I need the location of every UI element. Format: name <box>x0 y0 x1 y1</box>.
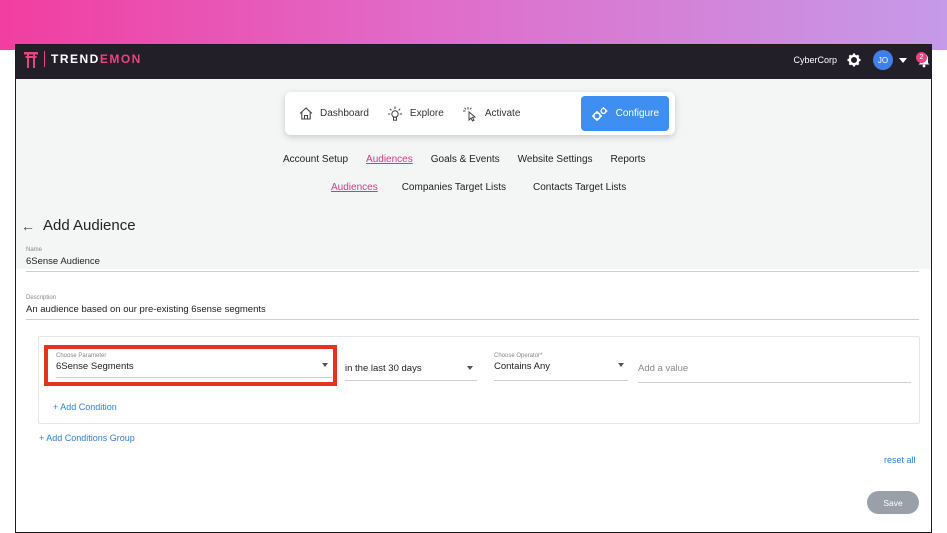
nav-dashboard-label: Dashboard <box>320 108 369 119</box>
name-field[interactable]: Name 6Sense Audience <box>26 247 919 272</box>
top-bar: TRENDEMON CyberCorp JO 2 <box>16 45 931 79</box>
nav-explore[interactable]: Explore <box>387 96 444 131</box>
choose-operator-value: Contains Any <box>494 361 550 372</box>
back-arrow-icon[interactable]: ← <box>21 218 35 234</box>
gear-icon[interactable] <box>847 53 861 67</box>
nav-dashboard[interactable]: Dashboard <box>299 96 369 131</box>
subtab-companies-target-lists[interactable]: Companies Target Lists <box>402 182 506 193</box>
tab-reports[interactable]: Reports <box>611 154 646 165</box>
save-button[interactable]: Save <box>867 491 919 514</box>
reset-all-link[interactable]: reset all <box>884 455 916 465</box>
choose-operator-label: Choose Operator* <box>494 353 543 359</box>
subtab-contacts-target-lists[interactable]: Contacts Target Lists <box>533 182 626 193</box>
top-right-controls: CyberCorp JO 2 <box>793 49 931 71</box>
gears-icon <box>591 106 608 121</box>
notification-badge: 2 <box>916 52 927 63</box>
nav-activate-label: Activate <box>484 108 521 119</box>
chevron-down-icon <box>618 363 624 367</box>
home-icon <box>299 107 313 120</box>
tab-website-settings[interactable]: Website Settings <box>518 154 593 165</box>
name-label: Name <box>26 247 43 253</box>
subtab-audiences[interactable]: Audiences <box>331 182 378 193</box>
config-tabs: Account Setup Audiences Goals & Events W… <box>283 154 664 165</box>
highlight-box <box>44 345 337 386</box>
tab-goals-events[interactable]: Goals & Events <box>431 154 500 165</box>
chevron-down-icon[interactable] <box>899 57 907 63</box>
nav-configure-label: Configure <box>615 108 659 119</box>
app-window: TRENDEMON CyberCorp JO 2 Dashboard Explo… <box>15 44 932 533</box>
chevron-down-icon <box>467 366 473 370</box>
description-field[interactable]: Description An audience based on our pre… <box>26 295 919 320</box>
tab-audiences[interactable]: Audiences <box>366 154 413 165</box>
config-header-area: Dashboard Explore Activate Configure Acc… <box>16 79 931 269</box>
add-conditions-group-link[interactable]: + Add Conditions Group <box>39 433 135 443</box>
gradient-header-band <box>0 0 947 50</box>
brand-logo[interactable]: TRENDEMON <box>24 49 142 69</box>
notifications-button[interactable]: 2 <box>916 52 931 68</box>
page-header: ← Add Audience <box>21 217 136 234</box>
value-input[interactable]: Add a value <box>638 363 911 383</box>
nav-explore-label: Explore <box>409 108 444 119</box>
name-input[interactable]: 6Sense Audience <box>26 256 919 271</box>
description-input[interactable]: An audience based on our pre-existing 6s… <box>26 304 919 319</box>
main-navigation: Dashboard Explore Activate Configure <box>285 92 675 135</box>
lightbulb-icon <box>387 106 402 121</box>
org-switcher[interactable]: CyberCorp <box>793 55 837 65</box>
tab-account-setup[interactable]: Account Setup <box>283 154 348 165</box>
choose-operator-select[interactable]: Choose Operator* Contains Any <box>494 353 628 381</box>
page-title: Add Audience <box>43 217 136 234</box>
timeframe-value: in the last 30 days <box>345 363 422 374</box>
value-placeholder: Add a value <box>638 363 689 374</box>
add-condition-link[interactable]: + Add Condition <box>53 402 117 412</box>
click-icon <box>462 106 477 122</box>
timeframe-select[interactable]: in the last 30 days <box>345 363 477 381</box>
nav-configure[interactable]: Configure <box>580 96 669 131</box>
description-label: Description <box>26 295 57 301</box>
brand-divider <box>44 51 45 67</box>
audience-tabs: Audiences Companies Target Lists Contact… <box>331 182 653 193</box>
brand-wordmark: TRENDEMON <box>51 52 142 66</box>
nav-activate[interactable]: Activate <box>462 96 521 131</box>
torii-logo-icon <box>24 51 38 68</box>
user-avatar[interactable]: JO <box>873 50 893 70</box>
